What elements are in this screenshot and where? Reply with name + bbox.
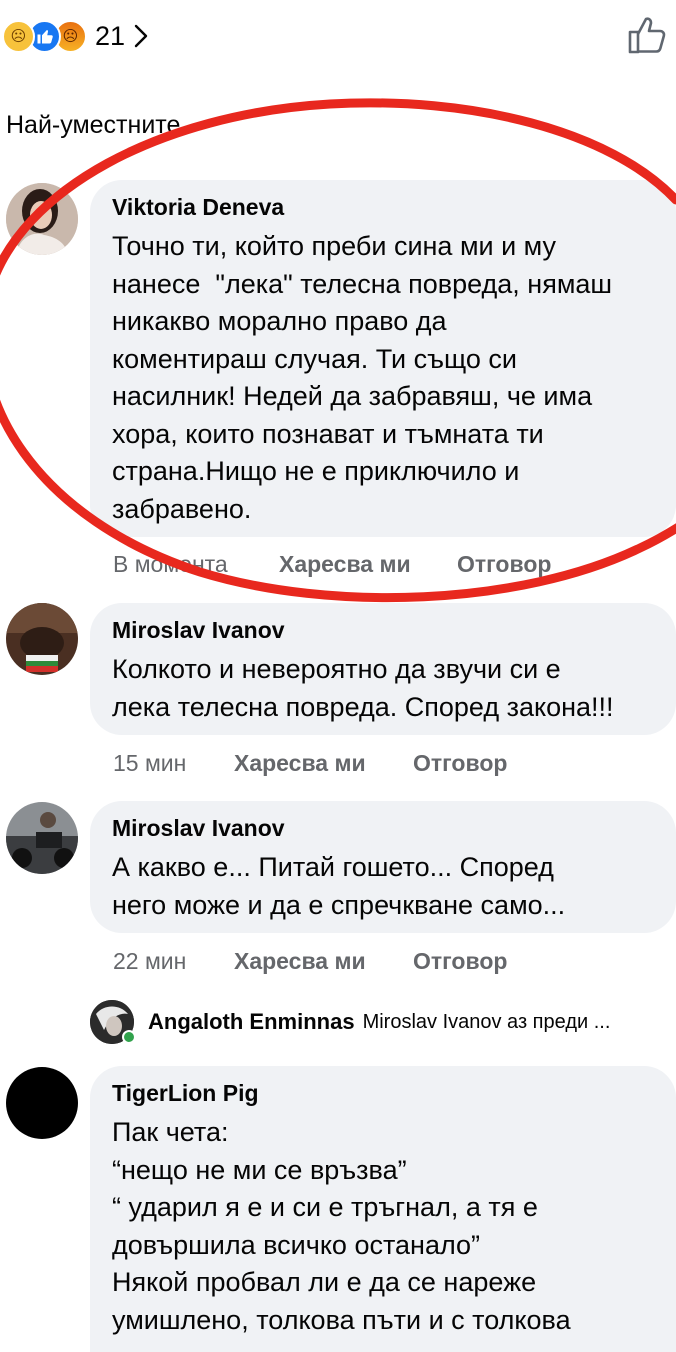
avatar[interactable] xyxy=(6,1067,78,1139)
like-button[interactable]: Харесва ми xyxy=(234,948,413,975)
avatar[interactable] xyxy=(6,802,78,874)
sort-dropdown[interactable]: Най-уместните xyxy=(6,111,180,140)
comment-author[interactable]: Miroslav Ivanov xyxy=(112,617,658,644)
like-button[interactable]: Харесва ми xyxy=(234,750,413,777)
comment-author[interactable]: Miroslav Ivanov xyxy=(112,815,658,842)
comment-line: нанесе "лека" телесна повреда, нямаш xyxy=(112,268,613,299)
comment-timestamp[interactable]: В момента xyxy=(113,551,279,578)
reactions-bar: ☹ ☹ 21 xyxy=(0,0,676,72)
comment-timestamp[interactable]: 22 мин xyxy=(113,948,234,975)
comment-bubble[interactable]: Miroslav Ivanov А какво е... Питай гошет… xyxy=(90,801,676,933)
reply-preview[interactable]: Angaloth Enminnas Miroslav Ivanov аз пре… xyxy=(90,998,676,1046)
comment-line: лека телесна повреда. Според закона!!! xyxy=(112,691,614,722)
comment-line: А какво е... Питай гошето... Според xyxy=(112,852,554,882)
reactions-summary[interactable]: ☹ ☹ 21 xyxy=(2,18,149,54)
avatar[interactable] xyxy=(6,183,78,255)
comment-line: насилник! Недей да забравяш, че има xyxy=(112,381,593,411)
thumb-up-icon[interactable] xyxy=(626,14,668,56)
reaction-count: 21 xyxy=(95,20,126,51)
comment-line: довършила всичко останало” xyxy=(112,1229,481,1260)
avatar[interactable] xyxy=(90,1000,136,1044)
online-status-icon xyxy=(122,1030,136,1044)
comment-bubble[interactable]: TigerLion Pig Пак чета: “нещо не ми се в… xyxy=(90,1066,676,1352)
comment-line: страна.Нищо не е приключило и xyxy=(112,456,520,486)
comment-line: Пак чета: xyxy=(112,1117,229,1147)
comment-line: Някой пробвал ли е да се нареже xyxy=(112,1267,537,1297)
comment-line: забравено. xyxy=(112,493,252,524)
comment-text: А какво е... Питай гошето... Според него… xyxy=(112,849,658,924)
user-photo-icon xyxy=(6,603,78,675)
reply-text: Miroslav Ivanov аз преди ... xyxy=(362,1010,611,1033)
user-photo-icon xyxy=(6,183,78,255)
comment-actions: 15 мин Харесва ми Отговор xyxy=(113,750,507,777)
reply-author[interactable]: Angaloth Enminnas xyxy=(148,1009,355,1035)
comment-actions: В момента Харесва ми Отговор xyxy=(113,551,551,578)
comment-author[interactable]: TigerLion Pig xyxy=(112,1080,658,1107)
user-photo-icon xyxy=(6,802,78,874)
comment-text: Колкото и невероятно да звучи си е лека … xyxy=(112,651,658,726)
comment-bubble[interactable]: Viktoria Deneva Точно ти, който преби си… xyxy=(90,180,676,537)
comment-actions: 22 мин Харесва ми Отговор xyxy=(113,948,507,975)
comment-text: Точно ти, който преби сина ми и му нанес… xyxy=(112,228,658,528)
comment-line: умишлено, толкова пъти и с толкова xyxy=(112,1304,571,1335)
comment-line: него може и да е спречкване само... xyxy=(112,889,566,920)
reply-button[interactable]: Отговор xyxy=(413,948,507,975)
comment-bubble[interactable]: Miroslav Ivanov Колкото и невероятно да … xyxy=(90,603,676,735)
chevron-right-icon xyxy=(134,24,148,48)
comment-line: “ ударил я е и си е тръгнал, а тя е xyxy=(112,1192,538,1222)
comment-line: “нещо не ми се връзва” xyxy=(112,1154,407,1185)
reply-button[interactable]: Отговор xyxy=(413,750,507,777)
comment-line: хора, които познават и тъмната ти xyxy=(112,418,544,449)
reply-button[interactable]: Отговор xyxy=(457,551,551,578)
comment-line: коментираш случая. Ти също си xyxy=(112,343,517,374)
comment-line: Точно ти, който преби сина ми и му xyxy=(112,231,557,261)
comment-text: Пак чета: “нещо не ми се връзва” “ удари… xyxy=(112,1114,658,1339)
comment-timestamp[interactable]: 15 мин xyxy=(113,750,234,777)
like-button[interactable]: Харесва ми xyxy=(279,551,457,578)
comment-author[interactable]: Viktoria Deneva xyxy=(112,194,658,221)
avatar[interactable] xyxy=(6,603,78,675)
sad-reaction-icon: ☹ xyxy=(2,19,35,53)
comment-line: никакво морално право да xyxy=(112,306,447,336)
comment-line: Колкото и невероятно да звучи си е xyxy=(112,654,561,684)
